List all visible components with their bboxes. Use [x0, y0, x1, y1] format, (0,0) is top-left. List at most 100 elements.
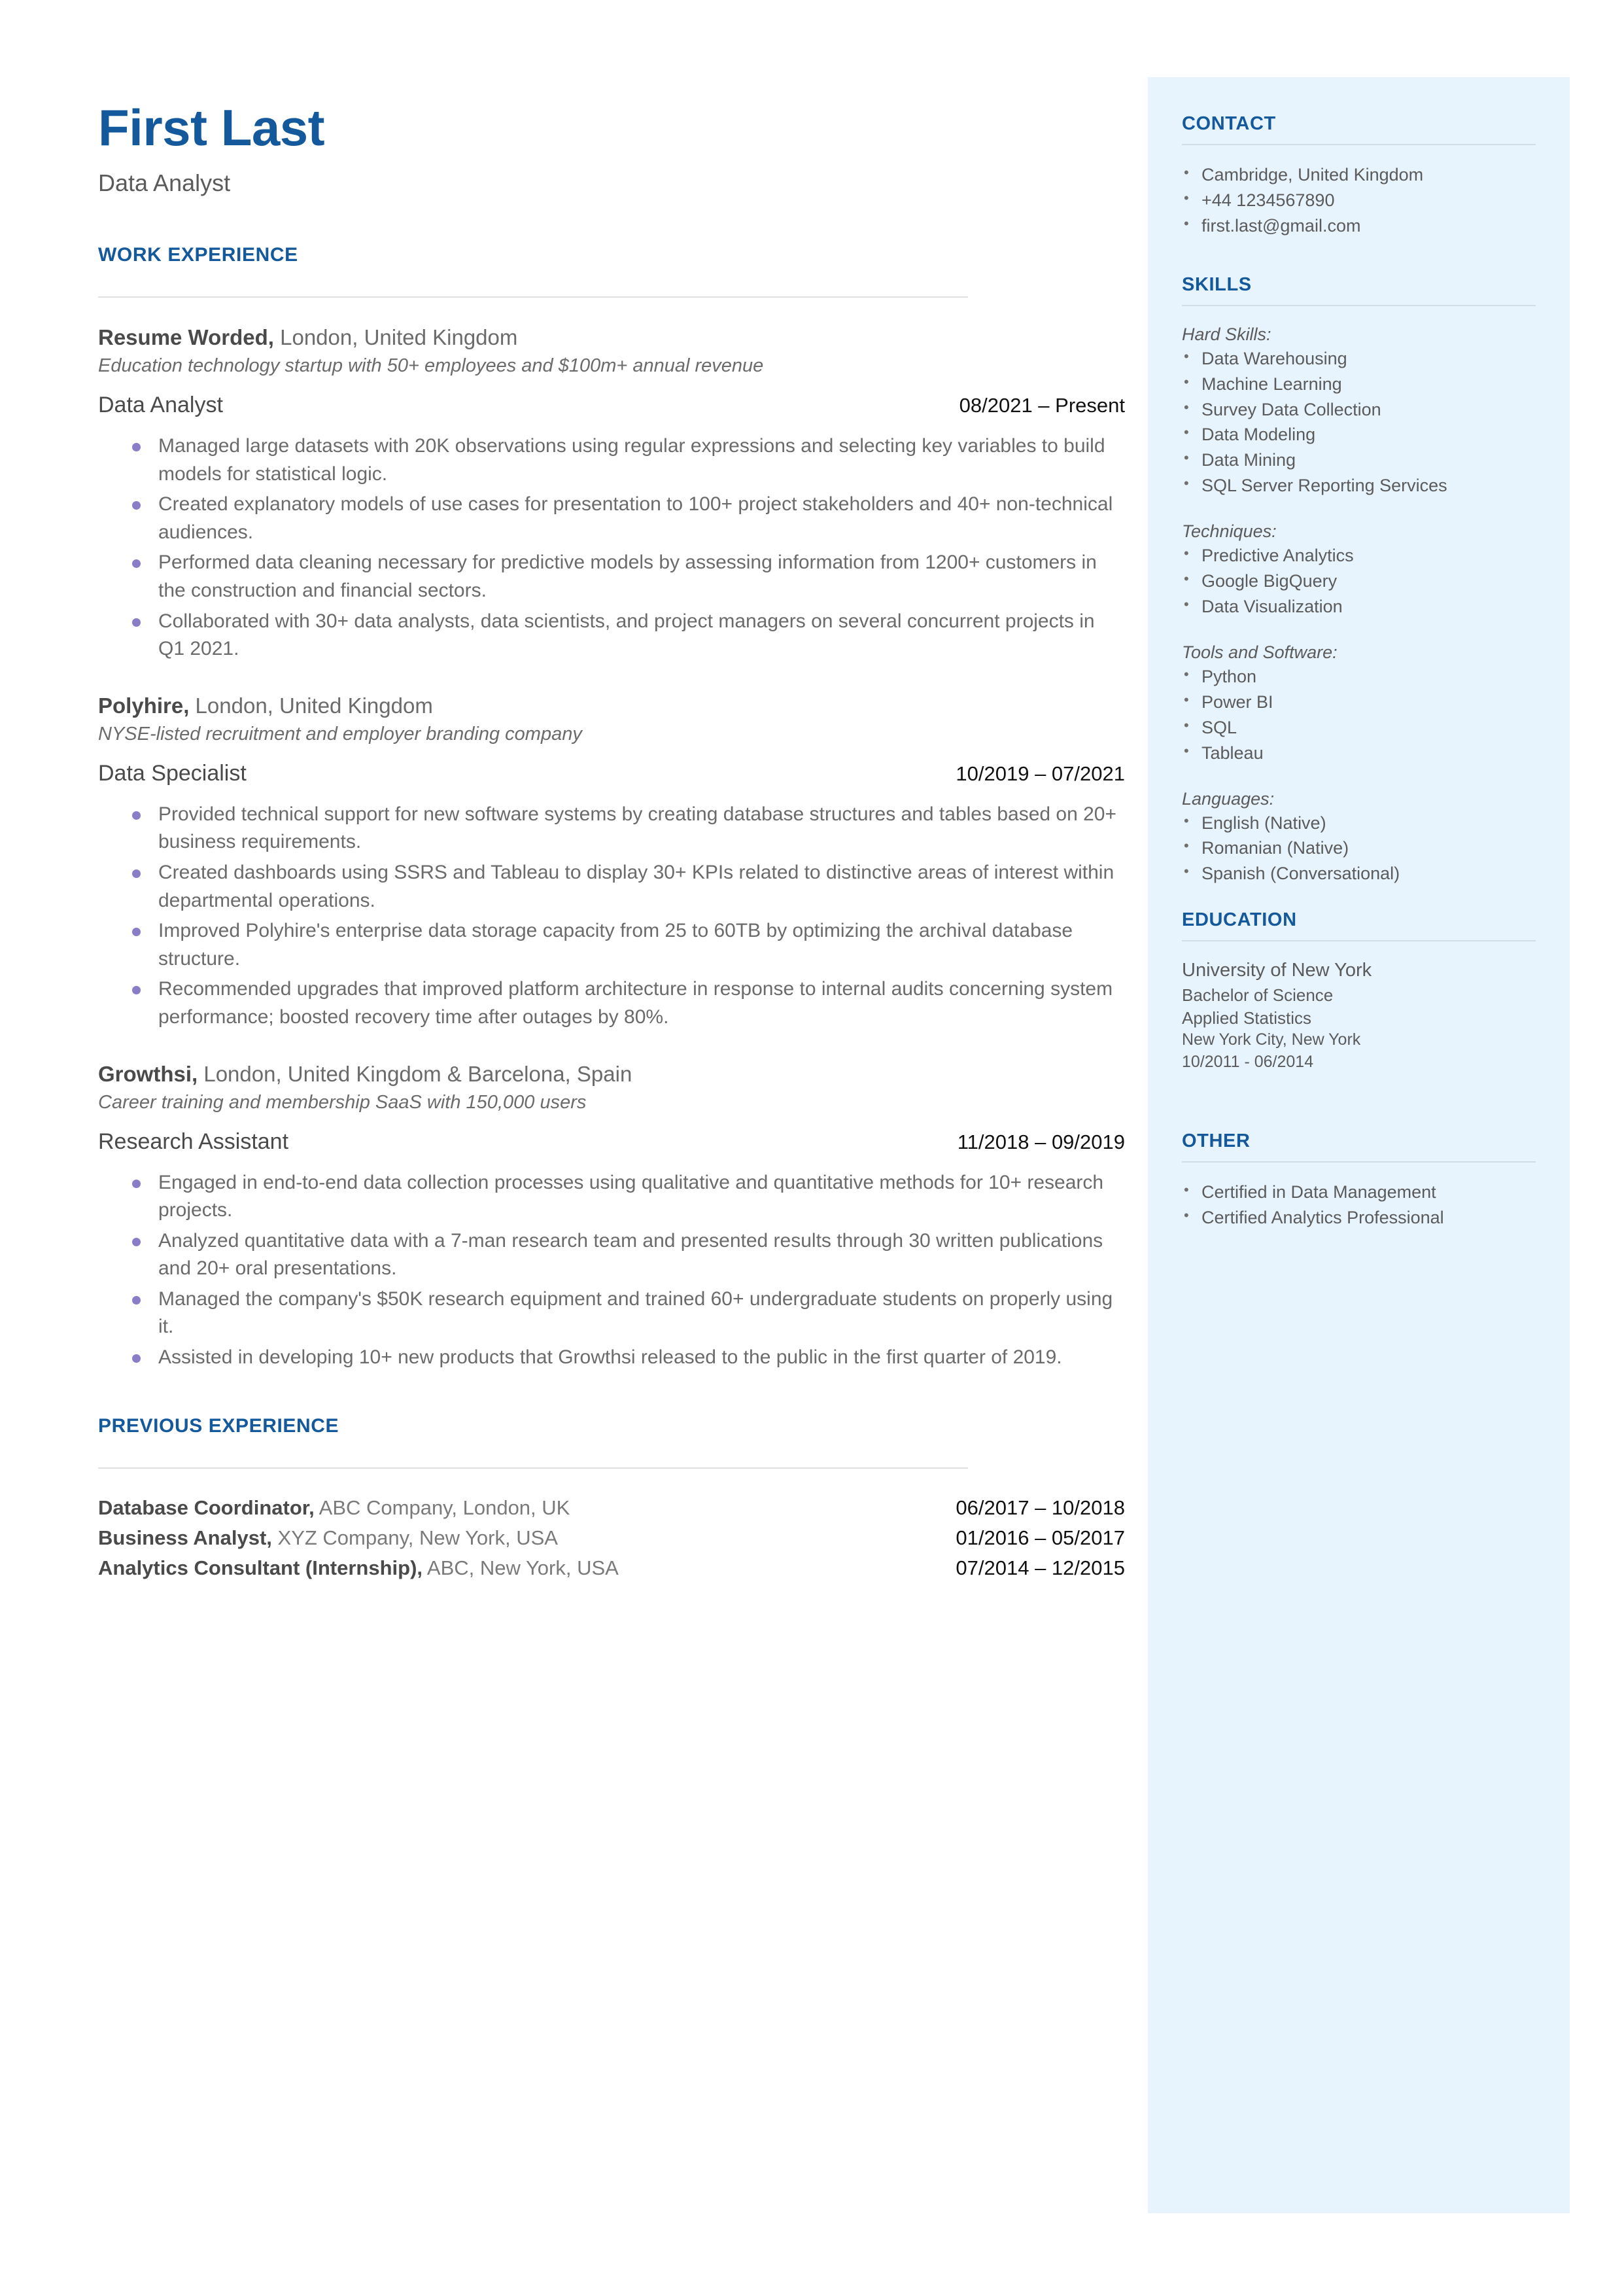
skill-item: Machine Learning — [1182, 372, 1536, 396]
contact-item: +44 1234567890 — [1182, 188, 1536, 213]
work-experience-entry: Resume Worded, London, United Kingdom Edu… — [98, 325, 1125, 663]
sidebar: CONTACT Cambridge, United Kingdom+44 123… — [1148, 77, 1570, 2213]
job-bullet: Provided technical support for new softw… — [98, 801, 1125, 856]
previous-experience-title: Business Analyst, — [98, 1526, 272, 1549]
job-bullet: Created explanatory models of use cases … — [98, 491, 1125, 546]
section-divider — [98, 1467, 968, 1469]
job-bullet: Engaged in end-to-end data collection pr… — [98, 1169, 1125, 1225]
job-company-description: NYSE-listed recruitment and employer bra… — [98, 723, 582, 745]
sidebar-heading-skills: SKILLS — [1182, 273, 1252, 295]
job-company-name: Resume Worded, — [98, 325, 274, 349]
sidebar-heading-education: EDUCATION — [1182, 909, 1297, 931]
skill-item: Spanish (Conversational) — [1182, 862, 1536, 886]
previous-experience-dates: 01/2016 – 05/2017 — [956, 1526, 1125, 1549]
education-location: New York City, New York — [1182, 1030, 1361, 1049]
skills-group-label: Hard Skills: — [1182, 324, 1271, 344]
previous-experience-list: Database Coordinator, ABC Company, Londo… — [98, 1496, 1125, 1580]
education-school: University of New York — [1182, 960, 1372, 981]
skill-item: Data Visualization — [1182, 595, 1536, 619]
skill-item: Data Warehousing — [1182, 347, 1536, 371]
job-company-name: Polyhire, — [98, 693, 190, 718]
job-title: Data Analyst — [98, 393, 223, 417]
resume-page: First Last Data Analyst WORK EXPERIENCE … — [0, 0, 1624, 2295]
sidebar-divider — [1182, 304, 1536, 306]
previous-experience-dates: 06/2017 – 10/2018 — [956, 1496, 1125, 1519]
previous-experience-row: Database Coordinator, ABC Company, Londo… — [98, 1496, 1125, 1520]
skills-group-label: Languages: — [1182, 788, 1275, 809]
skills-group-list: Predictive AnalyticsGoogle BigQueryData … — [1182, 544, 1536, 619]
sidebar-divider — [1182, 144, 1536, 145]
job-company-description: Career training and membership SaaS with… — [98, 1091, 587, 1113]
job-dates: 08/2021 – Present — [959, 394, 1125, 417]
job-location: London, United Kingdom — [273, 325, 518, 349]
job-company: Resume Worded, London, United Kingdom — [98, 325, 1125, 350]
job-bullet: Recommended upgrades that improved platf… — [98, 975, 1125, 1031]
skill-item: Survey Data Collection — [1182, 398, 1536, 422]
section-heading-previous-experience: PREVIOUS EXPERIENCE — [98, 1414, 339, 1437]
previous-experience-detail: ABC, New York, USA — [423, 1556, 619, 1579]
other-item: Certified Analytics Professional — [1182, 1206, 1536, 1230]
job-bullet-list: Provided technical support for new softw… — [98, 801, 1125, 1032]
job-dates: 10/2019 – 07/2021 — [956, 762, 1125, 785]
job-bullet-list: Engaged in end-to-end data collection pr… — [98, 1169, 1125, 1372]
job-company-name: Growthsi, — [98, 1061, 198, 1086]
skill-item: Google BigQuery — [1182, 569, 1536, 593]
skills-list: Hard Skills: Data WarehousingMachine Lear… — [1182, 324, 1536, 886]
skill-item: Predictive Analytics — [1182, 544, 1536, 568]
job-company: Growthsi, London, United Kingdom & Barce… — [98, 1062, 1125, 1087]
sidebar-heading-contact: CONTACT — [1182, 113, 1276, 134]
job-bullet: Created dashboards using SSRS and Tablea… — [98, 859, 1125, 915]
previous-experience-label: Analytics Consultant (Internship), ABC, … — [98, 1556, 619, 1580]
education-degree: Bachelor of Science — [1182, 985, 1334, 1006]
job-bullet: Improved Polyhire's enterprise data stor… — [98, 917, 1125, 973]
job-title: Research Assistant — [98, 1129, 289, 1154]
previous-experience-row: Business Analyst, XYZ Company, New York,… — [98, 1526, 1125, 1550]
skills-group-list: PythonPower BISQLTableau — [1182, 665, 1536, 765]
job-location: London, United Kingdom — [189, 693, 433, 718]
job-dates: 11/2018 – 09/2019 — [957, 1130, 1125, 1153]
job-bullet-list: Managed large datasets with 20K observat… — [98, 432, 1125, 663]
job-company-description: Education technology startup with 50+ em… — [98, 355, 764, 376]
job-bullet: Collaborated with 30+ data analysts, dat… — [98, 608, 1125, 663]
other-list: Certified in Data ManagementCertified An… — [1182, 1180, 1536, 1230]
job-title-row: Data Analyst 08/2021 – Present — [98, 393, 1125, 418]
work-experience-entry: Polyhire, London, United Kingdom NYSE-lis… — [98, 693, 1125, 1032]
previous-experience-title: Analytics Consultant (Internship), — [98, 1556, 423, 1579]
candidate-name: First Last — [98, 99, 325, 156]
skills-group-label: Tools and Software: — [1182, 642, 1338, 662]
skill-item: Data Modeling — [1182, 423, 1536, 447]
main-column: First Last Data Analyst WORK EXPERIENCE … — [98, 98, 1125, 1586]
previous-experience-detail: XYZ Company, New York, USA — [271, 1526, 558, 1549]
job-bullet: Performed data cleaning necessary for pr… — [98, 549, 1125, 604]
job-title: Data Specialist — [98, 760, 247, 786]
skills-group: Tools and Software: PythonPower BISQLTabl… — [1182, 642, 1536, 765]
section-heading-work-experience: WORK EXPERIENCE — [98, 244, 298, 266]
education-entry: University of New York Bachelor of Scien… — [1182, 960, 1536, 1073]
job-company: Polyhire, London, United Kingdom — [98, 693, 1125, 718]
sidebar-heading-other: OTHER — [1182, 1130, 1251, 1151]
section-divider — [98, 296, 968, 298]
previous-experience-dates: 07/2014 – 12/2015 — [956, 1556, 1125, 1579]
sidebar-divider — [1182, 1161, 1536, 1163]
skill-item: Python — [1182, 665, 1536, 689]
skills-group: Techniques:Predictive AnalyticsGoogle Bi… — [1182, 521, 1536, 619]
job-title-row: Research Assistant 11/2018 – 09/2019 — [98, 1129, 1125, 1155]
skills-group-label: Techniques: — [1182, 521, 1277, 542]
previous-experience-detail: ABC Company, London, UK — [314, 1496, 570, 1519]
work-experience-list: Resume Worded, London, United Kingdom Edu… — [98, 325, 1125, 1372]
skill-item: Tableau — [1182, 741, 1536, 765]
job-bullet: Managed large datasets with 20K observat… — [98, 432, 1125, 488]
skills-group: Languages:English (Native)Romanian (Nati… — [1182, 789, 1536, 886]
job-bullet: Analyzed quantitative data with a 7-man … — [98, 1227, 1125, 1283]
skill-item: English (Native) — [1182, 811, 1536, 835]
previous-experience-title: Database Coordinator, — [98, 1496, 315, 1519]
job-bullet: Managed the company's $50K research equi… — [98, 1286, 1125, 1341]
job-location: London, United Kingdom & Barcelona, Spai… — [198, 1061, 632, 1086]
skill-item: Romanian (Native) — [1182, 836, 1536, 860]
work-experience-entry: Growthsi, London, United Kingdom & Barce… — [98, 1062, 1125, 1372]
previous-experience-row: Analytics Consultant (Internship), ABC, … — [98, 1556, 1125, 1580]
skills-group-list: English (Native)Romanian (Native)Spanish… — [1182, 811, 1536, 886]
education-field: Applied Statistics — [1182, 1007, 1311, 1028]
